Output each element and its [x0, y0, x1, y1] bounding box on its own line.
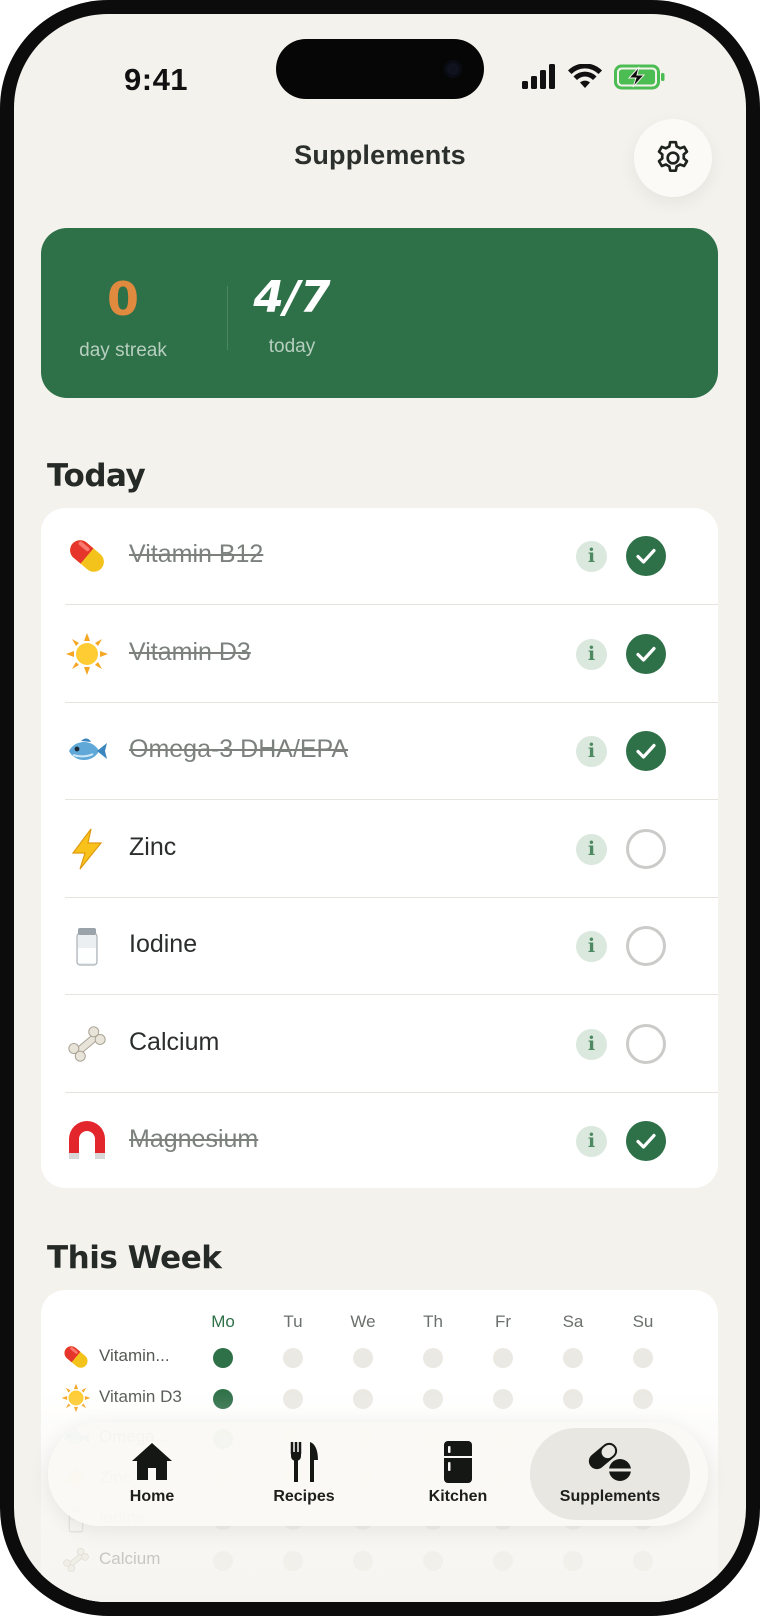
- tab-label: Recipes: [273, 1488, 335, 1505]
- unchecked-checkbox[interactable]: [626, 1023, 666, 1064]
- supplement-row[interactable]: Omega-3 DHA/EPA i: [41, 703, 718, 800]
- fish-icon: [69, 738, 107, 760]
- info-button[interactable]: i: [576, 638, 607, 670]
- checkmark-icon: [636, 743, 656, 759]
- day-dot-empty: [563, 1348, 583, 1368]
- info-button[interactable]: i: [576, 931, 607, 962]
- supplement-row[interactable]: Calcium i: [41, 996, 718, 1093]
- sun-icon: [66, 632, 108, 675]
- bone-icon: [68, 1025, 106, 1062]
- app-screen: 9:41 Supplements 0 day streak 4/7 today …: [14, 14, 746, 1602]
- streak-count: 0: [106, 272, 139, 326]
- fridge-icon: [444, 1441, 472, 1483]
- supplement-name: Omega-3 DHA/EPA: [129, 735, 349, 763]
- home-icon: [132, 1443, 172, 1480]
- settings-button[interactable]: [634, 119, 712, 197]
- supplement-emoji: [65, 1119, 109, 1163]
- checkmark-icon: [636, 646, 656, 662]
- day-dot-empty: [283, 1348, 303, 1368]
- week-row: Vitamin...: [41, 1338, 718, 1378]
- today-label: today: [268, 336, 316, 357]
- day-dot-done: [213, 1348, 233, 1368]
- day-dot-empty: [633, 1348, 653, 1368]
- tab-supplements[interactable]: Supplements: [530, 1428, 690, 1520]
- supplement-name: Zinc: [129, 832, 177, 861]
- week-row-name: Vitamin...: [99, 1346, 170, 1365]
- day-header-mo: Mo: [211, 1312, 235, 1331]
- tab-bar: Home Recipes Kitchen Supplements: [48, 1422, 708, 1526]
- day-header-sa: Sa: [562, 1312, 584, 1331]
- supplement-emoji: [65, 1022, 109, 1066]
- supplement-emoji: [65, 632, 109, 676]
- day-header-fr: Fr: [494, 1312, 512, 1331]
- info-button[interactable]: i: [576, 541, 607, 572]
- unchecked-checkbox[interactable]: [626, 926, 666, 966]
- checked-checkbox[interactable]: [626, 536, 666, 576]
- tab-home[interactable]: Home: [72, 1428, 232, 1520]
- lightning-icon: [71, 828, 103, 869]
- tab-kitchen[interactable]: Kitchen: [378, 1428, 538, 1520]
- gear-icon: [657, 140, 689, 173]
- day-header-tu: Tu: [283, 1312, 303, 1331]
- status-icons: [522, 64, 672, 94]
- checkmark-icon: [636, 1133, 656, 1149]
- supplement-name: Iodine: [129, 930, 198, 958]
- info-button[interactable]: i: [576, 736, 607, 767]
- battery-charging-icon: [614, 64, 665, 90]
- week-row-emoji: [61, 1342, 91, 1372]
- tab-recipes[interactable]: Recipes: [224, 1428, 384, 1520]
- supplement-emoji: [65, 534, 109, 578]
- supplement-name: Magnesium: [129, 1125, 259, 1153]
- day-header-su: Su: [632, 1312, 654, 1331]
- day-dot-empty: [353, 1348, 373, 1368]
- wifi-icon: [568, 64, 602, 88]
- supplement-row[interactable]: Vitamin B12 i: [41, 508, 718, 605]
- checked-checkbox[interactable]: [626, 731, 666, 771]
- status-time: 9:41: [124, 62, 189, 97]
- pill-icon: [64, 1346, 88, 1368]
- supplement-name: Calcium: [129, 1027, 220, 1056]
- salt-shaker-icon: [76, 928, 98, 966]
- streak-label: day streak: [79, 340, 167, 361]
- supplement-row[interactable]: Magnesium i: [41, 1093, 718, 1188]
- supplement-name: Vitamin D3: [129, 637, 251, 666]
- signal-icon: [522, 64, 555, 89]
- info-button[interactable]: i: [576, 1126, 607, 1157]
- phone-frame: 9:41 Supplements 0 day streak 4/7 today …: [0, 0, 760, 1616]
- checkmark-icon: [636, 548, 656, 564]
- today-progress: 4/7: [253, 272, 331, 323]
- camera-icon: [444, 60, 462, 78]
- tab-label: Kitchen: [428, 1488, 488, 1505]
- checked-checkbox[interactable]: [626, 1121, 666, 1161]
- dynamic-island: [276, 39, 484, 99]
- day-header-th: Th: [423, 1312, 443, 1331]
- home-indicator: [14, 1574, 746, 1590]
- pills-icon: [588, 1442, 631, 1481]
- info-button[interactable]: i: [576, 1028, 607, 1060]
- day-dot-empty: [423, 1348, 443, 1368]
- summary-card: 0 day streak 4/7 today: [41, 228, 718, 398]
- fork-knife-icon: [290, 1442, 318, 1482]
- info-button[interactable]: i: [576, 833, 607, 865]
- supplement-emoji: [65, 924, 109, 968]
- supplement-row[interactable]: Zinc i: [41, 801, 718, 898]
- supplement-emoji: [65, 827, 109, 871]
- week-section-title: This Week: [47, 1240, 222, 1276]
- unchecked-checkbox[interactable]: [626, 828, 666, 869]
- supplement-name: Vitamin B12: [129, 540, 264, 568]
- supplement-row[interactable]: Vitamin D3 i: [41, 606, 718, 703]
- supplement-row[interactable]: Iodine i: [41, 898, 718, 995]
- pill-icon: [70, 540, 104, 572]
- day-header-we: We: [350, 1312, 376, 1331]
- tab-label: Home: [129, 1488, 175, 1505]
- today-section-title: Today: [47, 458, 146, 494]
- magnet-icon: [69, 1121, 105, 1159]
- day-dot-empty: [493, 1348, 513, 1368]
- supplement-emoji: [65, 729, 109, 773]
- tab-label: Supplements: [559, 1488, 661, 1505]
- today-supplement-list: Vitamin B12 i Vitamin D3 i Omega-3 DHA/EPA…: [41, 508, 718, 1188]
- checked-checkbox[interactable]: [626, 633, 666, 674]
